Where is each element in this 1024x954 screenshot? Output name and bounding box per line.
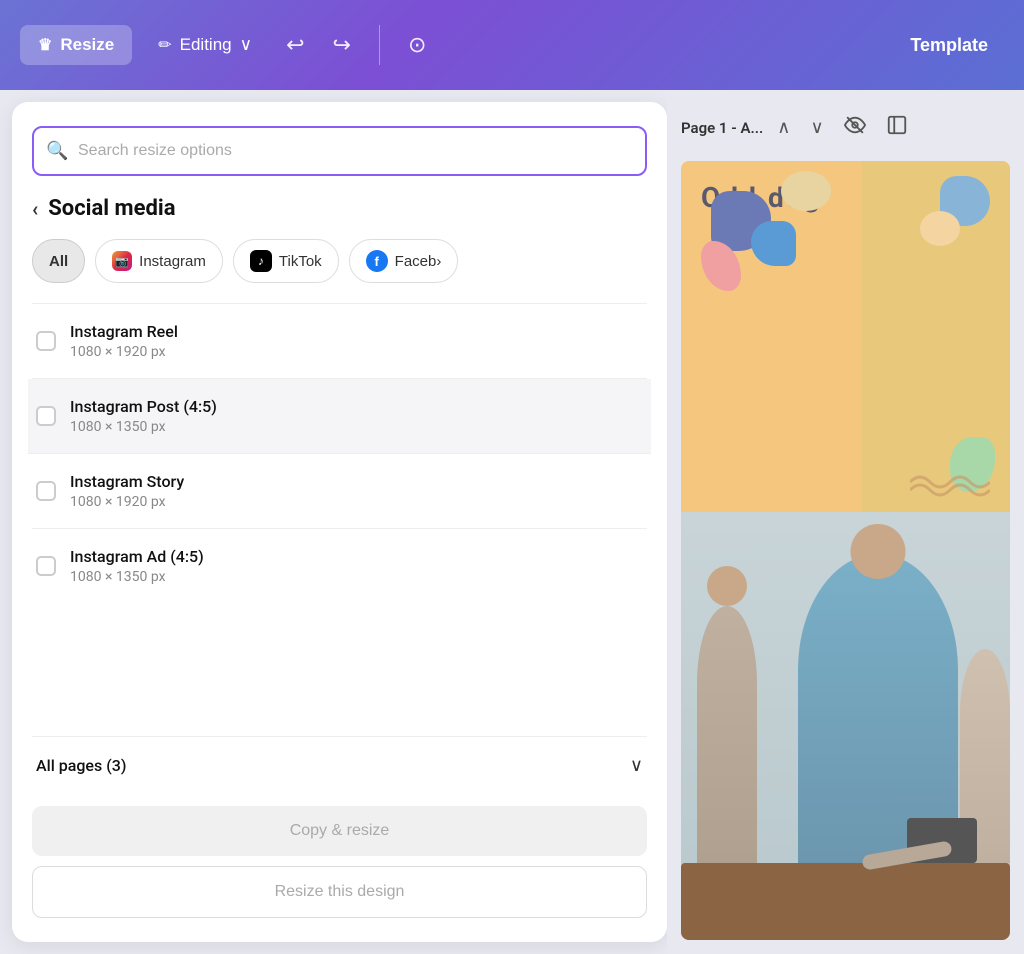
all-pages-chevron-icon: ∨ xyxy=(630,755,643,776)
page-options-button[interactable] xyxy=(880,110,914,145)
eye-button[interactable] xyxy=(838,110,872,145)
person-head xyxy=(850,524,905,579)
copy-resize-button[interactable]: Copy & resize xyxy=(32,806,647,856)
resize-item-dims-ad: 1080 × 1350 px xyxy=(70,569,204,585)
filter-tiktok[interactable]: ♪ TikTok xyxy=(233,239,339,283)
page-label: Page 1 - A... xyxy=(681,119,763,137)
resize-button[interactable]: ♛ Resize xyxy=(20,25,132,65)
main-content: 🔍 ‹ Social media All 📷 Instagram ♪ TikTo… xyxy=(0,90,1024,954)
header-divider xyxy=(379,25,380,65)
resize-item-info-post: Instagram Post (4:5) 1080 × 1350 px xyxy=(70,397,217,435)
resize-item-name-story: Instagram Story xyxy=(70,472,184,491)
checkbox-instagram-post[interactable] xyxy=(36,406,56,426)
resize-item-dims-post: 1080 × 1350 px xyxy=(70,419,217,435)
blob-2 xyxy=(751,221,796,266)
resize-label: Resize xyxy=(60,35,114,55)
resize-item-info-story: Instagram Story 1080 × 1920 px xyxy=(70,472,184,510)
resize-item-info-ad: Instagram Ad (4:5) 1080 × 1350 px xyxy=(70,547,204,585)
resize-item-dims-story: 1080 × 1920 px xyxy=(70,494,184,510)
resize-options-list: Instagram Reel 1080 × 1920 px Instagram … xyxy=(32,303,647,736)
checkbox-instagram-ad[interactable] xyxy=(36,556,56,576)
cloud-save-button[interactable]: ⊙ xyxy=(400,24,434,66)
all-pages-toggle[interactable]: All pages (3) ∨ xyxy=(32,736,647,794)
tiktok-icon: ♪ xyxy=(250,250,272,272)
crown-icon: ♛ xyxy=(38,35,52,55)
filter-pills: All 📷 Instagram ♪ TikTok f Faceb› xyxy=(32,239,647,283)
facebook-icon: f xyxy=(366,250,388,272)
search-container: 🔍 xyxy=(32,126,647,176)
filter-tiktok-label: TikTok xyxy=(279,253,322,270)
resize-item-name-reel: Instagram Reel xyxy=(70,322,178,341)
resize-item-name-post: Instagram Post (4:5) xyxy=(70,397,217,416)
resize-item-info-reel: Instagram Reel 1080 × 1920 px xyxy=(70,322,178,360)
section-header: ‹ Social media xyxy=(32,196,647,221)
section-title: Social media xyxy=(48,196,175,221)
back-icon[interactable]: ‹ xyxy=(32,197,38,221)
blob-3 xyxy=(781,171,831,211)
table-surface xyxy=(681,863,1010,940)
page-up-button[interactable]: ∧ xyxy=(771,113,796,142)
redo-button[interactable]: ↪ xyxy=(325,24,359,66)
canvas-preview: Odd.dog xyxy=(681,161,1010,940)
resize-item-dims-reel: 1080 × 1920 px xyxy=(70,344,178,360)
page-navigator: Page 1 - A... ∧ ∨ xyxy=(681,104,1010,151)
resize-item-instagram-reel[interactable]: Instagram Reel 1080 × 1920 px xyxy=(32,304,647,379)
resize-design-button[interactable]: Resize this design xyxy=(32,866,647,918)
all-pages-label: All pages (3) xyxy=(36,756,126,775)
canvas-panel: Page 1 - A... ∧ ∨ xyxy=(667,90,1024,954)
pencil-icon: ✏ xyxy=(158,35,171,55)
instagram-icon: 📷 xyxy=(112,251,132,271)
resize-item-instagram-ad[interactable]: Instagram Ad (4:5) 1080 × 1350 px xyxy=(32,529,647,603)
resize-item-name-ad: Instagram Ad (4:5) xyxy=(70,547,204,566)
background-group xyxy=(681,512,1010,940)
header: ♛ Resize ✏ Editing ∨ ↩ ↪ ⊙ Template xyxy=(0,0,1024,90)
canvas-photo-section xyxy=(681,512,1010,940)
template-button[interactable]: Template xyxy=(894,25,1004,66)
resize-panel: 🔍 ‹ Social media All 📷 Instagram ♪ TikTo… xyxy=(12,102,667,942)
page-down-button[interactable]: ∨ xyxy=(804,113,829,142)
filter-facebook-label: Faceb› xyxy=(395,253,442,270)
editing-button[interactable]: ✏ Editing ∨ xyxy=(144,25,266,65)
search-icon: 🔍 xyxy=(46,141,68,162)
filter-facebook[interactable]: f Faceb› xyxy=(349,239,459,283)
filter-instagram-label: Instagram xyxy=(139,253,206,270)
action-buttons: Copy & resize Resize this design xyxy=(32,806,647,918)
undo-button[interactable]: ↩ xyxy=(278,24,312,66)
resize-item-instagram-post[interactable]: Instagram Post (4:5) 1080 × 1350 px xyxy=(28,379,651,454)
checkbox-instagram-reel[interactable] xyxy=(36,331,56,351)
filter-instagram[interactable]: 📷 Instagram xyxy=(95,239,223,283)
filter-all-label: All xyxy=(49,253,68,270)
editing-label: Editing xyxy=(180,35,232,55)
search-input[interactable] xyxy=(32,126,647,176)
chevron-down-icon: ∨ xyxy=(240,35,252,55)
checkbox-instagram-story[interactable] xyxy=(36,481,56,501)
resize-item-instagram-story[interactable]: Instagram Story 1080 × 1920 px xyxy=(32,454,647,529)
filter-all[interactable]: All xyxy=(32,239,85,283)
canvas-art-section: Odd.dog xyxy=(681,161,1010,512)
